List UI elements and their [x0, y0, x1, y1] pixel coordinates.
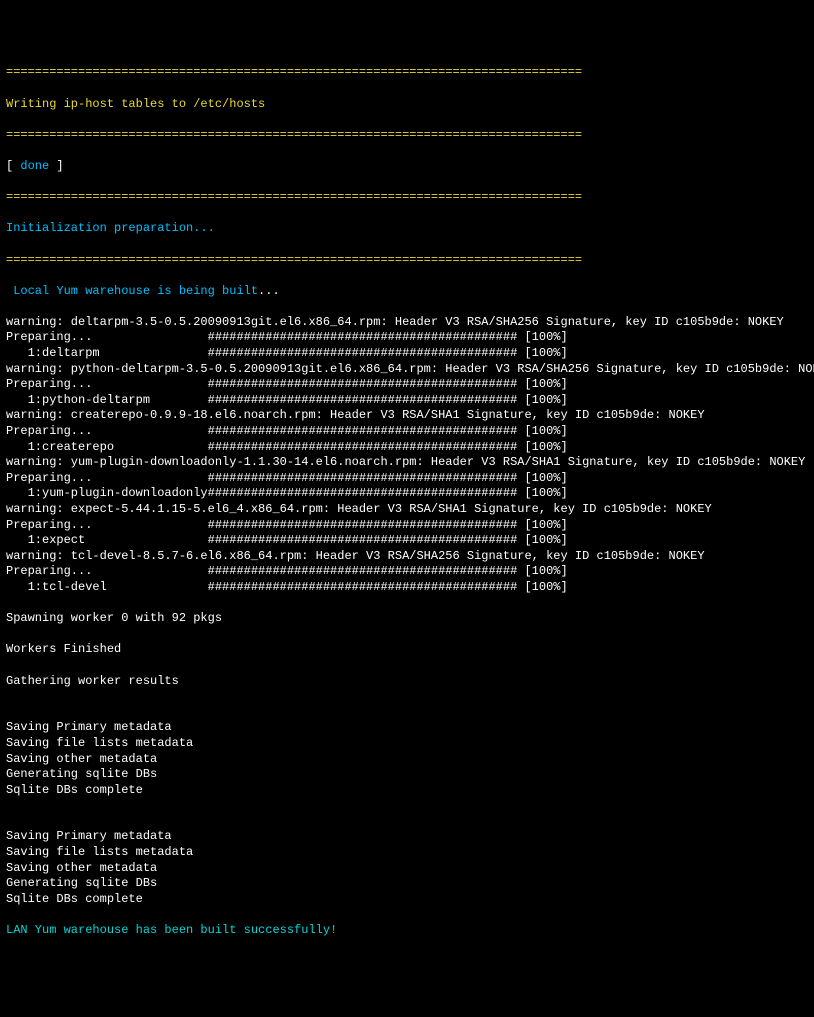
install-block: warning: deltarpm-3.5-0.5.20090913git.el… [6, 315, 808, 596]
preparing-line: Preparing... ###########################… [6, 518, 808, 534]
preparing-line: Preparing... ###########################… [6, 564, 808, 580]
preparing-line: Preparing... ###########################… [6, 471, 808, 487]
metadata-line: Saving other metadata [6, 861, 808, 877]
warning-line: warning: tcl-devel-8.5.7-6.el6.x86_64.rp… [6, 549, 808, 565]
warning-line: warning: expect-5.44.1.15-5.el6_4.x86_64… [6, 502, 808, 518]
divider-3: ========================================… [6, 190, 808, 206]
metadata-line: Saving other metadata [6, 752, 808, 768]
metadata-line: Saving Primary metadata [6, 829, 808, 845]
divider-2: ========================================… [6, 128, 808, 144]
metadata-line: Generating sqlite DBs [6, 876, 808, 892]
metadata-block-1: Saving Primary metadataSaving file lists… [6, 720, 808, 798]
done-text: done [20, 159, 49, 173]
metadata-line: Saving file lists metadata [6, 736, 808, 752]
warning-line: warning: deltarpm-3.5-0.5.20090913git.el… [6, 315, 808, 331]
init-preparation: Initialization preparation... [6, 221, 808, 237]
package-line: 1:expect ###############################… [6, 533, 808, 549]
success-line: LAN Yum warehouse has been built success… [6, 923, 808, 939]
metadata-line: Saving file lists metadata [6, 845, 808, 861]
yum-building-line: Local Yum warehouse is being built... [6, 284, 808, 300]
yum-building-ellipsis: ... [258, 284, 280, 298]
done-bracket-close: ] [49, 159, 63, 173]
metadata-line: Generating sqlite DBs [6, 767, 808, 783]
metadata-block-2: Saving Primary metadataSaving file lists… [6, 829, 808, 907]
metadata-line: Sqlite DBs complete [6, 783, 808, 799]
preparing-line: Preparing... ###########################… [6, 330, 808, 346]
divider-4: ========================================… [6, 253, 808, 269]
gathering-line: Gathering worker results [6, 674, 808, 690]
divider-top: ========================================… [6, 65, 808, 81]
warning-line: warning: createrepo-0.9.9-18.el6.noarch.… [6, 408, 808, 424]
header-line: Writing ip-host tables to /etc/hosts [6, 97, 808, 113]
warning-line: warning: python-deltarpm-3.5-0.5.2009091… [6, 362, 808, 378]
done-line: [ done ] [6, 159, 808, 175]
package-line: 1:createrepo ###########################… [6, 440, 808, 456]
preparing-line: Preparing... ###########################… [6, 424, 808, 440]
spawning-line: Spawning worker 0 with 92 pkgs [6, 611, 808, 627]
preparing-line: Preparing... ###########################… [6, 377, 808, 393]
workers-finished-line: Workers Finished [6, 642, 808, 658]
metadata-line: Sqlite DBs complete [6, 892, 808, 908]
package-line: 1:tcl-devel ############################… [6, 580, 808, 596]
package-line: 1:yum-plugin-downloadonly###############… [6, 486, 808, 502]
done-bracket-open: [ [6, 159, 20, 173]
yum-building-text: Local Yum warehouse is being built [6, 284, 258, 298]
package-line: 1:deltarpm #############################… [6, 346, 808, 362]
warning-line: warning: yum-plugin-downloadonly-1.1.30-… [6, 455, 808, 471]
package-line: 1:python-deltarpm ######################… [6, 393, 808, 409]
metadata-line: Saving Primary metadata [6, 720, 808, 736]
